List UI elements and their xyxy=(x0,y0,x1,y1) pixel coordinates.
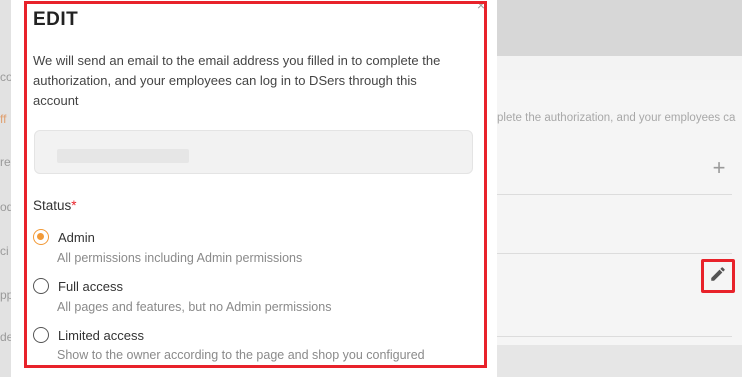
redacted-email-value xyxy=(57,149,189,163)
radio-option-admin[interactable]: Admin xyxy=(33,229,95,245)
pencil-icon xyxy=(709,265,727,288)
background-divider xyxy=(497,253,732,254)
background-text-fragment: od xyxy=(0,200,11,214)
background-divider xyxy=(497,336,732,337)
background-text-fragment: re xyxy=(0,155,11,169)
radio-description: All permissions including Admin permissi… xyxy=(57,251,303,265)
radio-button-checked[interactable] xyxy=(33,229,49,245)
close-icon[interactable]: × xyxy=(474,0,488,12)
radio-option-full-access[interactable]: Full access xyxy=(33,278,123,294)
radio-description: All pages and features, but no Admin per… xyxy=(57,300,332,314)
modal-description: We will send an email to the email addre… xyxy=(33,53,441,108)
background-divider xyxy=(497,194,732,195)
background-text-fragment: ci xyxy=(0,244,9,258)
radio-description: Show to the owner according to the page … xyxy=(57,348,425,362)
background-text-fragment: ff xyxy=(0,112,7,126)
background-left-column xyxy=(0,0,11,377)
edit-modal: × EDIT We will send an email to the emai… xyxy=(11,0,497,377)
background-text-fragment: pp xyxy=(0,288,11,302)
background-text-fragment: co xyxy=(0,70,11,84)
required-mark: * xyxy=(71,198,77,213)
radio-option-limited-access[interactable]: Limited access xyxy=(33,327,144,343)
radio-label: Limited access xyxy=(58,327,144,343)
status-label: Status* xyxy=(33,198,77,213)
background-description: plete the authorization, and your employ… xyxy=(497,112,736,124)
add-icon[interactable]: + xyxy=(710,157,728,179)
status-label-text: Status xyxy=(33,198,72,213)
modal-title: EDIT xyxy=(33,9,79,30)
radio-button[interactable] xyxy=(33,278,49,294)
background-footer xyxy=(497,345,742,377)
background-text-fragment: de xyxy=(0,330,11,344)
edit-button[interactable] xyxy=(701,259,735,293)
radio-label: Admin xyxy=(58,229,95,245)
radio-button[interactable] xyxy=(33,327,49,343)
radio-label: Full access xyxy=(58,278,124,294)
